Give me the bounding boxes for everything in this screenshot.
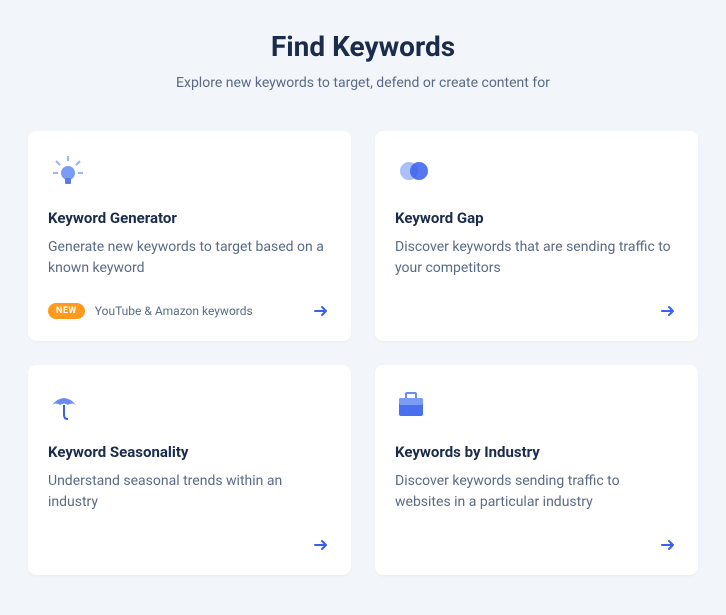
page-title: Find Keywords — [28, 30, 698, 63]
card-description: Discover keywords sending traffic to web… — [395, 471, 678, 519]
page-subtitle: Explore new keywords to target, defend o… — [28, 75, 698, 91]
umbrella-icon — [48, 385, 331, 425]
arrow-right-icon — [311, 535, 331, 555]
arrow-right-icon — [311, 301, 331, 321]
card-description: Generate new keywords to target based on… — [48, 237, 331, 285]
card-keywords-by-industry[interactable]: Keywords by Industry Discover keywords s… — [375, 365, 698, 575]
card-keyword-seasonality[interactable]: Keyword Seasonality Understand seasonal … — [28, 365, 351, 575]
new-badge: NEW — [48, 303, 85, 319]
arrow-right-icon — [658, 535, 678, 555]
card-title: Keyword Gap — [395, 209, 678, 227]
card-footer: NEW YouTube & Amazon keywords — [48, 301, 331, 321]
card-footer — [395, 301, 678, 321]
badge-text: YouTube & Amazon keywords — [95, 304, 253, 318]
card-description: Understand seasonal trends within an ind… — [48, 471, 331, 519]
briefcase-icon — [395, 385, 678, 425]
overlap-circles-icon — [395, 151, 678, 191]
arrow-right-icon — [658, 301, 678, 321]
card-keyword-generator[interactable]: Keyword Generator Generate new keywords … — [28, 131, 351, 341]
card-description: Discover keywords that are sending traff… — [395, 237, 678, 285]
card-keyword-gap[interactable]: Keyword Gap Discover keywords that are s… — [375, 131, 698, 341]
lightbulb-icon — [48, 151, 331, 191]
card-title: Keyword Generator — [48, 209, 331, 227]
card-footer — [48, 535, 331, 555]
card-footer — [395, 535, 678, 555]
card-title: Keywords by Industry — [395, 443, 678, 461]
page-header: Find Keywords Explore new keywords to ta… — [28, 30, 698, 91]
card-title: Keyword Seasonality — [48, 443, 331, 461]
card-grid: Keyword Generator Generate new keywords … — [28, 131, 698, 575]
